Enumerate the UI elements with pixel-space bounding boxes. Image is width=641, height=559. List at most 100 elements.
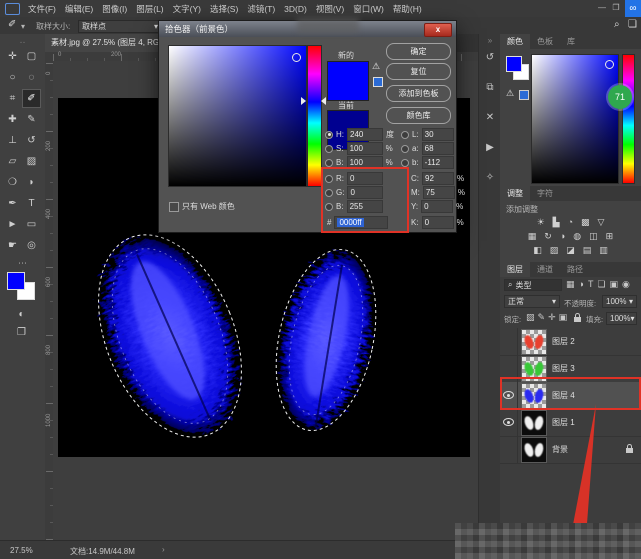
- clone-source-icon[interactable]: ⧉: [482, 82, 498, 93]
- tips-icon[interactable]: ✧: [482, 172, 498, 183]
- tool-pen[interactable]: ✒: [4, 195, 21, 212]
- a-input[interactable]: 68: [422, 142, 454, 155]
- filter-toggle-icon[interactable]: ◉: [622, 279, 630, 290]
- tool-brush[interactable]: ✎: [23, 111, 40, 128]
- lab-b-input[interactable]: -112: [422, 156, 454, 169]
- color-lookup-icon[interactable]: ⊞: [606, 231, 614, 242]
- eyedropper-tool-icon[interactable]: ✐: [8, 19, 16, 30]
- tool-quick-select[interactable]: ◌: [23, 69, 40, 86]
- l-input[interactable]: 30: [422, 128, 454, 141]
- photo-filter-icon[interactable]: ◍: [573, 231, 581, 242]
- panel-hue-strip[interactable]: [622, 54, 635, 184]
- filter-smart-object-icon[interactable]: ▣: [610, 279, 619, 290]
- app-badge-icon[interactable]: ∞: [625, 0, 641, 17]
- posterize-icon[interactable]: ▨: [550, 245, 559, 256]
- hue-slider[interactable]: [307, 45, 322, 187]
- dialog-close-button[interactable]: x: [424, 23, 452, 37]
- menu-3d[interactable]: 3D(D): [284, 4, 307, 14]
- menu-help[interactable]: 帮助(H): [393, 3, 422, 15]
- panel-foreground-swatch[interactable]: [506, 56, 522, 72]
- menu-layer[interactable]: 图层(L): [136, 3, 163, 15]
- maximize-button[interactable]: ❐: [609, 0, 623, 16]
- visibility-toggle[interactable]: [500, 436, 518, 463]
- b-radio[interactable]: [325, 159, 333, 167]
- curves-icon[interactable]: ◔: [568, 217, 573, 228]
- add-to-swatches-button[interactable]: 添加到色板: [386, 85, 451, 102]
- s-input[interactable]: 100: [347, 142, 383, 155]
- black-white-icon[interactable]: ◑: [560, 231, 565, 242]
- tool-blur[interactable]: ❍: [4, 174, 21, 191]
- filter-adjustment-icon[interactable]: ◑: [579, 279, 584, 290]
- filter-type-icon[interactable]: T: [588, 279, 594, 290]
- filter-shape-icon[interactable]: ❏: [597, 279, 605, 290]
- levels-icon[interactable]: ▙: [553, 217, 560, 228]
- tool-hand[interactable]: ☛: [4, 237, 21, 254]
- gamut-warning-icon[interactable]: ⚠: [372, 61, 380, 72]
- tab-layers[interactable]: 图层: [500, 262, 530, 277]
- panel-color-field[interactable]: [531, 54, 619, 184]
- status-chevron-icon[interactable]: ›: [162, 545, 165, 554]
- sample-size-dropdown[interactable]: 取样点▾: [78, 20, 162, 33]
- lock-transparent-icon[interactable]: ▨: [526, 312, 535, 323]
- y-input[interactable]: 0: [421, 200, 453, 213]
- gradient-map-icon[interactable]: ▤: [583, 245, 592, 256]
- opacity-dropdown[interactable]: 100%▾: [602, 295, 637, 308]
- foreground-color-swatch[interactable]: [7, 272, 25, 290]
- filter-pixel-icon[interactable]: ▦: [566, 279, 575, 290]
- a-radio[interactable]: [401, 145, 409, 153]
- color-libraries-button[interactable]: 颜色库: [386, 107, 451, 124]
- fill-dropdown[interactable]: 100%▾: [606, 312, 637, 325]
- threshold-icon[interactable]: ◪: [566, 245, 575, 256]
- tab-swatches[interactable]: 色板: [530, 34, 560, 49]
- tool-eyedropper[interactable]: ✐: [23, 90, 40, 107]
- exposure-icon[interactable]: ▩: [581, 217, 590, 228]
- toolbar-grip[interactable]: ‥: [0, 35, 45, 46]
- tool-shape[interactable]: ▭: [23, 216, 40, 233]
- menu-edit[interactable]: 编辑(E): [65, 3, 93, 15]
- properties-icon[interactable]: ✕: [482, 112, 498, 123]
- screen-mode-icon[interactable]: ❐: [13, 324, 30, 341]
- menu-image[interactable]: 图像(I): [102, 3, 127, 15]
- tool-healing-brush[interactable]: ✚: [4, 111, 21, 128]
- tool-lasso[interactable]: ○: [4, 69, 21, 86]
- visibility-toggle[interactable]: [500, 409, 518, 436]
- web-safe-cube-icon[interactable]: [373, 77, 383, 87]
- menu-view[interactable]: 视图(V): [316, 3, 344, 15]
- tab-libraries[interactable]: 库: [560, 34, 582, 49]
- menu-type[interactable]: 文字(Y): [173, 3, 201, 15]
- tool-dodge[interactable]: ◗: [23, 174, 40, 191]
- reset-button[interactable]: 复位: [386, 63, 451, 80]
- layer-filter-dropdown[interactable]: ⌕类型: [504, 279, 562, 291]
- h-radio[interactable]: [325, 131, 333, 139]
- lock-all-icon[interactable]: [574, 317, 581, 322]
- menu-file[interactable]: 文件(F): [28, 3, 56, 15]
- layer-thumbnail[interactable]: [521, 437, 547, 463]
- eye-icon[interactable]: [503, 418, 514, 426]
- selective-color-icon[interactable]: ▥: [599, 245, 608, 256]
- tool-zoom[interactable]: ◎: [23, 237, 40, 254]
- layer-thumbnail[interactable]: [521, 329, 547, 355]
- hue-saturation-icon[interactable]: ▦: [528, 231, 537, 242]
- lock-position-icon[interactable]: ✛: [548, 312, 556, 323]
- tab-character[interactable]: 字符: [530, 186, 560, 201]
- s-radio[interactable]: [325, 145, 333, 153]
- m-input[interactable]: 75: [423, 186, 455, 199]
- panel-web-cube-icon[interactable]: [519, 90, 529, 100]
- lock-artboard-icon[interactable]: ▣: [559, 312, 568, 323]
- menu-window[interactable]: 窗口(W): [353, 3, 384, 15]
- zoom-level[interactable]: 27.5%: [10, 546, 33, 555]
- history-icon[interactable]: ↺: [482, 52, 498, 63]
- menu-select[interactable]: 选择(S): [210, 3, 238, 15]
- tab-channels[interactable]: 通道: [530, 262, 560, 277]
- tool-move[interactable]: ✛: [4, 48, 21, 65]
- collapse-panels-icon[interactable]: »: [482, 36, 498, 45]
- edit-toolbar-icon[interactable]: ⋯: [0, 258, 45, 269]
- tool-gradient[interactable]: ▨: [23, 153, 40, 170]
- web-only-checkbox[interactable]: [169, 202, 179, 212]
- panel-gamut-warning-icon[interactable]: ⚠: [506, 88, 514, 99]
- color-cursor[interactable]: [292, 53, 301, 62]
- tool-path-select[interactable]: ►: [4, 216, 21, 233]
- quick-mask-icon[interactable]: ◐: [13, 306, 30, 323]
- tool-type[interactable]: T: [23, 195, 40, 212]
- layer-row-1[interactable]: 图层 1: [500, 409, 641, 437]
